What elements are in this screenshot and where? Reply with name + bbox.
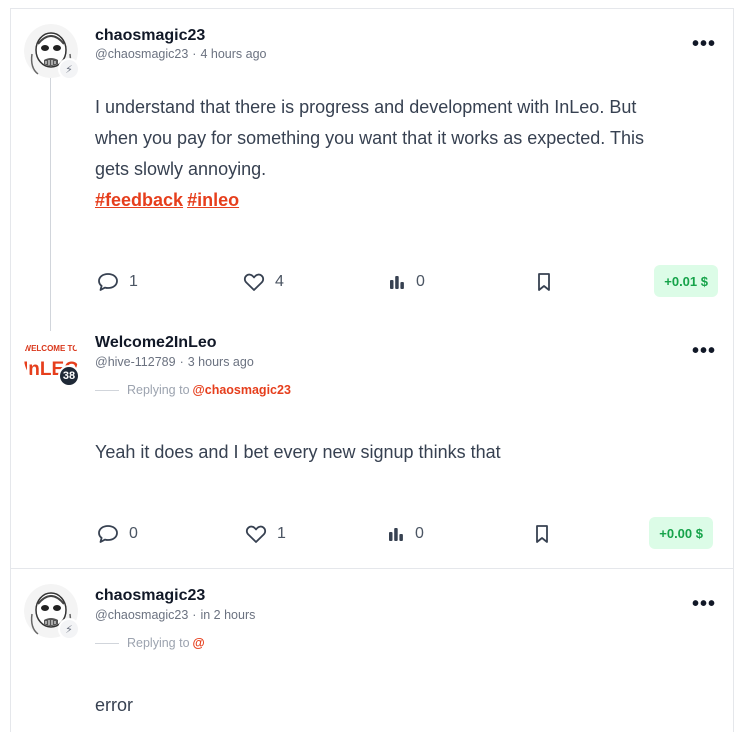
views-count: 0 [415,525,424,542]
comment-button[interactable]: 0 [97,517,138,551]
author-handle[interactable]: @hive-112789 [95,355,176,369]
replying-to: Replying to @ [95,636,205,650]
lightning-icon: ⚡ [58,58,80,80]
avatar[interactable]: ⚡ [24,24,80,80]
heart-icon [245,525,267,543]
more-icon[interactable]: ••• [692,34,716,54]
post-time[interactable]: in 2 hours [200,608,255,622]
avatar[interactable]: ⚡ [24,584,80,640]
comment-button[interactable]: 1 [97,265,138,299]
hashtag-link[interactable]: #feedback [95,190,183,210]
separator: · [179,355,184,369]
views-icon [389,528,403,541]
post-body: error [95,695,134,715]
earnings-badge[interactable]: +0.00 $ [649,517,713,549]
author-name[interactable]: Welcome2InLeo [95,334,217,352]
views-icon [390,276,404,289]
post-meta: @hive-112789 · 3 hours ago [95,355,254,369]
bookmark-icon [536,525,548,543]
reply-mention[interactable]: @chaosmagic23 [193,383,291,397]
post-actions: 1 4 0 +0.01 $ [95,265,718,299]
comment-icon [98,273,118,291]
more-icon[interactable]: ••• [692,341,716,361]
body-line: when you pay for something you want that… [95,128,644,148]
author-handle[interactable]: @chaosmagic23 [95,47,188,61]
bookmark-button[interactable] [534,517,550,551]
post-actions: 0 1 0 +0.00 $ [95,517,718,551]
replying-to: Replying to @chaosmagic23 [95,383,291,397]
hashtag-link[interactable]: #inleo [187,190,239,210]
comment-count: 1 [129,273,138,290]
reply-mention[interactable]: @ [193,636,205,650]
reply-label: Replying to [127,636,190,650]
post-time[interactable]: 3 hours ago [188,355,254,369]
author-name[interactable]: chaosmagic23 [95,27,205,45]
heart-icon [243,273,265,291]
comment-count: 0 [129,525,138,542]
reply-label: Replying to [127,383,190,397]
body-line: I understand that there is progress and … [95,97,637,117]
level-badge: 38 [58,365,80,387]
avatar[interactable]: WELCOME TO InLEO 38 [24,331,80,387]
separator: · [192,47,197,61]
reply-line [95,642,119,644]
post-meta: @chaosmagic23 · 4 hours ago [95,47,267,61]
more-icon[interactable]: ••• [692,594,716,614]
post-body: Yeah it does and I bet every new signup … [95,442,501,462]
reply-line [95,389,119,391]
earnings-badge[interactable]: +0.01 $ [654,265,718,297]
thread-line [50,75,51,337]
views-button[interactable]: 0 [388,265,425,299]
comment-icon [98,525,118,543]
post-divider [10,568,734,569]
avatar-text-top: WELCOME TO [24,344,78,353]
views-button[interactable]: 0 [387,517,424,551]
like-count: 1 [277,525,286,542]
author-handle[interactable]: @chaosmagic23 [95,608,188,622]
bookmark-button[interactable] [536,265,552,299]
like-button[interactable]: 4 [243,265,284,299]
post-time[interactable]: 4 hours ago [200,47,266,61]
post-body: I understand that there is progress and … [95,92,715,216]
author-name[interactable]: chaosmagic23 [95,587,205,605]
lightning-icon: ⚡ [58,618,80,640]
like-button[interactable]: 1 [245,517,286,551]
post-meta: @chaosmagic23 · in 2 hours [95,608,255,622]
views-count: 0 [416,273,425,290]
separator: · [192,608,197,622]
like-count: 4 [275,273,284,290]
body-line: gets slowly annoying. [95,159,267,179]
bookmark-icon [538,273,550,291]
